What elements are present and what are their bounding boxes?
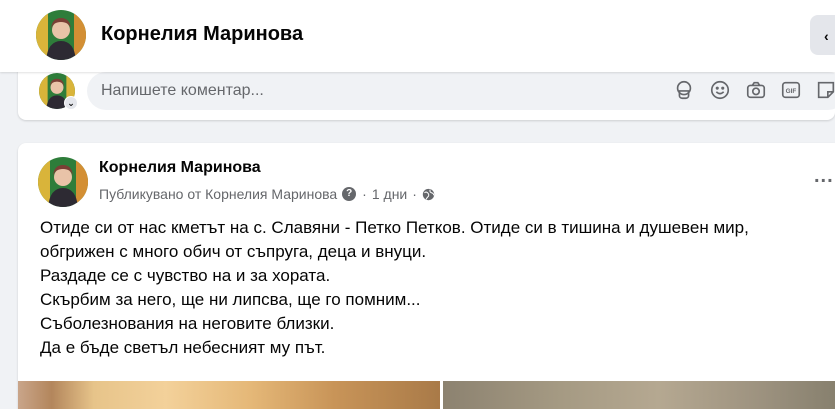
header-more-button[interactable]: ‹ [810,15,835,55]
globe-icon [422,188,435,200]
post-text-line: Да е бъде светъл небесният му път. [40,338,326,357]
camera-icon[interactable] [745,79,767,101]
page-header: Корнелия Маринова ‹ [0,0,835,72]
emoji-icon[interactable] [709,79,731,101]
help-icon[interactable]: ? [342,187,357,201]
chevron-icon: ‹ [824,28,829,44]
meta-separator: · [412,186,417,202]
post-text-line: обгрижен с много обич от съпруга, деца и… [40,242,427,261]
gif-icon[interactable]: GIF [780,79,802,101]
meta-separator: · [362,186,367,202]
post-meta: Публикувано от Корнелия Маринова ? · 1 д… [99,186,435,202]
published-by-text[interactable]: Публикувано от Корнелия Маринова [99,186,337,202]
post-author-name[interactable]: Корнелия Маринова [99,159,261,177]
post-photo[interactable] [443,381,835,409]
sticker-icon[interactable] [815,79,835,101]
post-text-line: Скърбим за него, ще ни липсва, ще го пом… [40,290,421,309]
post-more-button[interactable]: ... [814,165,834,188]
post-photo[interactable] [18,381,440,409]
post-author-avatar[interactable] [38,157,88,207]
profile-avatar[interactable] [36,10,86,60]
post-text-line: Отиде си от нас кметът на с. Славяни - П… [40,218,749,237]
chevron-down-icon[interactable]: ⌄ [64,96,78,110]
post-time[interactable]: 1 дни [372,186,407,202]
page-title[interactable]: Корнелия Маринова [101,23,303,46]
avatar-sticker-icon[interactable] [673,79,695,101]
post-text-line: Съболезнования на неговите близки. [40,314,335,333]
post-card: Корнелия Маринова Публикувано от Корнели… [18,143,835,409]
svg-text:GIF: GIF [786,88,797,95]
post-text: Отиде си от нас кметът на с. Славяни - П… [40,216,820,360]
post-text-line: Раздаде се с чувство на и за хората. [40,266,331,285]
